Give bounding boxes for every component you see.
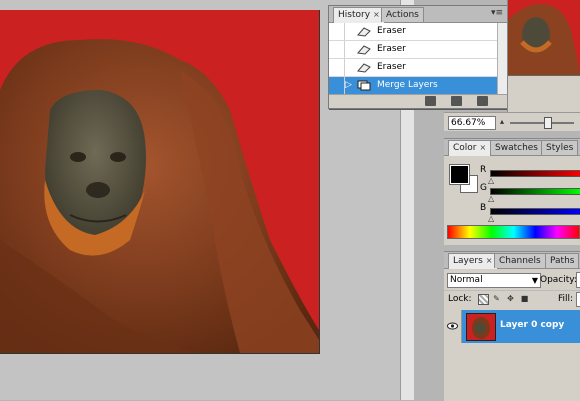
tab-color[interactable]: Color ×: [448, 140, 492, 156]
history-item-label: Eraser: [377, 44, 406, 54]
close-icon[interactable]: ×: [480, 143, 487, 152]
opacity-field[interactable]: [576, 272, 580, 288]
lock-all-padlock-icon[interactable]: ■: [520, 294, 529, 303]
blend-mode-select[interactable]: Normal ▼: [447, 273, 541, 288]
tab-swatches-label: Swatches: [495, 143, 538, 153]
history-item-label: Eraser: [377, 62, 406, 72]
zoom-slider-track[interactable]: [510, 122, 574, 124]
layers-panel: Layers × Channels Paths Normal ▼ Opacity:…: [444, 251, 580, 401]
red-slider-label: R: [480, 165, 487, 175]
red-gradient-bar[interactable]: [490, 170, 580, 177]
green-gradient-bar[interactable]: [490, 188, 580, 195]
foreground-background-swatches: [449, 164, 478, 193]
zoom-out-icon[interactable]: ▴: [500, 117, 504, 126]
blue-slider[interactable]: B △: [480, 203, 580, 223]
red-slider[interactable]: R △: [480, 165, 580, 185]
lock-position-move-icon[interactable]: ✥: [506, 294, 515, 303]
snapshot-source-checkbox[interactable]: [329, 23, 345, 40]
layers-tabbar: Layers × Channels Paths: [444, 252, 580, 269]
tab-layers[interactable]: Layers ×: [448, 253, 498, 269]
history-item[interactable]: Eraser: [329, 59, 497, 77]
tab-channels[interactable]: Channels: [494, 253, 546, 268]
tab-channels-label: Channels: [499, 256, 541, 266]
tab-layers-label: Layers: [453, 256, 483, 266]
tab-swatches[interactable]: Swatches: [490, 140, 543, 155]
tab-history-label: History: [338, 10, 371, 20]
navigator-zoom-row: 66.67% ▴: [444, 112, 580, 131]
blue-slider-handle-icon[interactable]: △: [488, 214, 494, 223]
merge-layers-icon: [357, 80, 371, 91]
tab-history[interactable]: History ×: [333, 7, 385, 23]
blend-mode-value: Normal: [450, 275, 483, 285]
tab-styles-label: Styles: [546, 143, 574, 153]
layer-row[interactable]: Layer 0 copy: [444, 310, 580, 343]
layer-thumbnail: [466, 313, 496, 341]
close-icon[interactable]: ×: [373, 10, 380, 19]
tab-styles[interactable]: Styles: [541, 140, 579, 155]
new-document-from-state-icon[interactable]: [425, 96, 436, 106]
history-item-label: Eraser: [377, 26, 406, 36]
chevron-down-icon: ▼: [531, 276, 538, 285]
history-item[interactable]: Eraser: [329, 41, 497, 59]
eraser-icon: [357, 26, 371, 37]
navigator-preview-image: [508, 4, 580, 75]
eraser-icon: [357, 44, 371, 55]
green-slider-label: G: [480, 183, 487, 193]
color-spectrum-ramp[interactable]: [447, 225, 580, 239]
tab-color-label: Color: [453, 143, 477, 153]
history-state-slider-icon[interactable]: ▷: [345, 80, 357, 92]
navigator-thumbnail[interactable]: [508, 0, 580, 76]
history-item[interactable]: Eraser: [329, 23, 497, 41]
history-footer: [329, 94, 507, 108]
layer-name[interactable]: Layer 0 copy: [500, 320, 564, 330]
history-item-selected[interactable]: ▷ Merge Layers: [329, 77, 497, 95]
tab-paths-label: Paths: [550, 256, 575, 266]
snapshot-source-checkbox[interactable]: [329, 77, 345, 94]
history-tabbar: History × Actions ▾≡: [329, 6, 507, 23]
eraser-icon: [357, 62, 371, 73]
snapshot-source-checkbox[interactable]: [329, 41, 345, 58]
zoom-field[interactable]: 66.67%: [448, 116, 496, 130]
document-canvas[interactable]: [0, 10, 320, 354]
history-list: Eraser Eraser Eraser ▷ Merge Layers: [329, 23, 497, 95]
lock-label: Lock:: [448, 294, 472, 304]
eye-icon: [447, 322, 458, 330]
lock-row: Lock: ✎ ✥ ■ Fill:: [444, 290, 580, 307]
color-panel: Color × Swatches Styles R △ G △ B △: [444, 138, 580, 245]
close-icon[interactable]: ×: [486, 256, 493, 265]
green-slider-handle-icon[interactable]: △: [488, 194, 494, 203]
green-slider[interactable]: G △: [480, 183, 580, 203]
snapshot-source-checkbox[interactable]: [329, 59, 345, 76]
tab-paths[interactable]: Paths: [545, 253, 580, 268]
layer-visibility-toggle[interactable]: [444, 310, 462, 343]
fill-label: Fill:: [558, 294, 574, 304]
tab-actions[interactable]: Actions: [381, 7, 424, 22]
history-item-label: Merge Layers: [377, 80, 438, 90]
create-snapshot-icon[interactable]: [451, 96, 462, 106]
foreground-color-swatch[interactable]: [449, 164, 470, 185]
blue-slider-label: B: [480, 203, 487, 213]
tab-actions-label: Actions: [386, 10, 419, 20]
panel-menu-icon[interactable]: ▾≡: [491, 8, 503, 18]
delete-state-icon[interactable]: [477, 96, 488, 106]
blue-gradient-bar[interactable]: [490, 208, 580, 215]
opacity-label: Opacity:: [540, 275, 577, 285]
history-scrollbar[interactable]: [497, 23, 507, 95]
fill-field[interactable]: [576, 292, 580, 307]
lock-transparency-icon[interactable]: [478, 294, 489, 305]
color-tabbar: Color × Swatches Styles: [444, 139, 580, 156]
orangutan-image: [0, 39, 319, 353]
history-panel: History × Actions ▾≡ Eraser Eraser Eraser…: [328, 5, 508, 109]
lock-pixels-brush-icon[interactable]: ✎: [492, 294, 501, 303]
zoom-slider-knob[interactable]: [544, 117, 552, 129]
